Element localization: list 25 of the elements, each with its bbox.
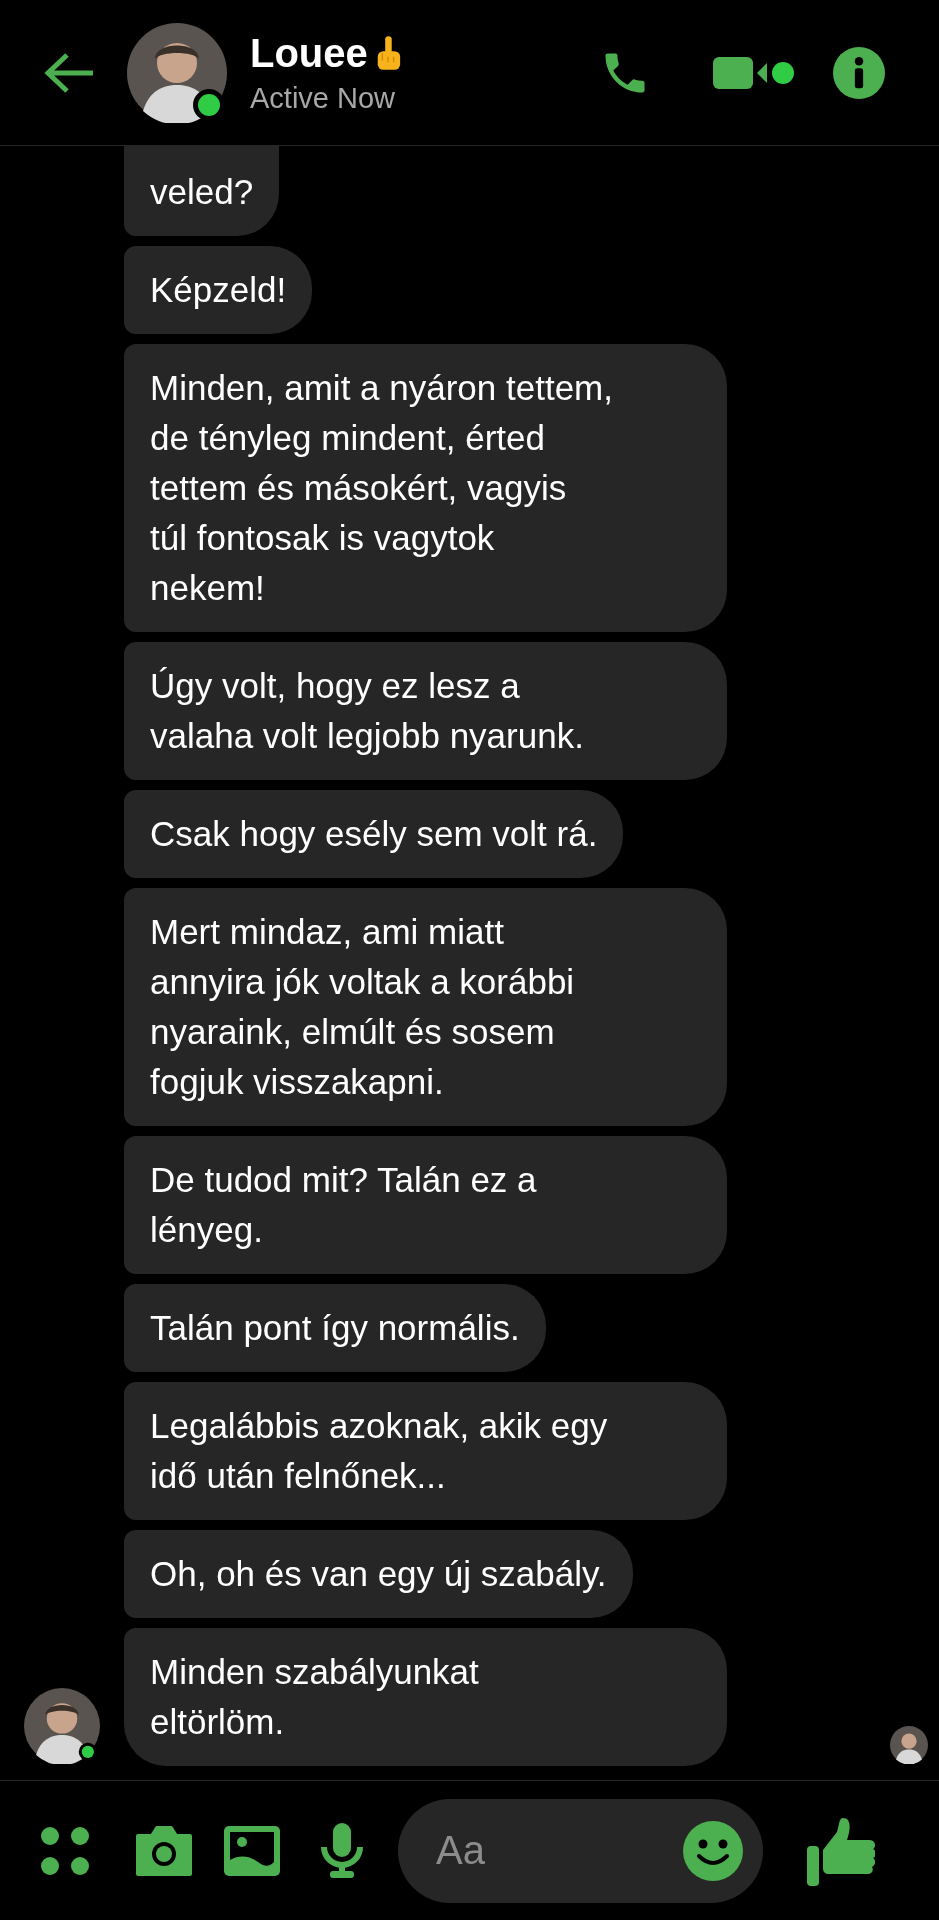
- contact-name: Louee: [250, 30, 368, 76]
- active-status: Active Now: [250, 81, 397, 115]
- avatar-icon: [24, 1688, 100, 1764]
- message-bubble: Oh, oh és van egy új szabály.: [124, 1530, 633, 1618]
- message-bubble: Úgy volt, hogy ez lesz a valaha volt legjobb nyarunk.: [124, 642, 727, 780]
- message-bubble: Minden, amit a nyáron tettem, de tényleg mindent, érted tettem és másokért, vagyis túl fontosak is vagytok nekem!: [124, 344, 727, 632]
- thumbs-up-icon[interactable]: [807, 1815, 875, 1886]
- message-bubble: De tudod mit? Talán ez a lényeg.: [124, 1136, 727, 1274]
- emoji-icon[interactable]: [683, 1820, 743, 1881]
- back-arrow-icon[interactable]: [43, 50, 95, 95]
- avatar-icon: [127, 22, 227, 123]
- apps-icon[interactable]: [40, 1825, 90, 1876]
- read-receipt-avatar-icon: [890, 1726, 928, 1764]
- message-bubble: Képzeld!: [124, 246, 313, 334]
- message-bubble: veled?: [124, 146, 280, 236]
- image-icon[interactable]: [224, 1825, 280, 1876]
- message-bubble: Mert mindaz, ami miatt annyira jók voltak a korábbi nyaraink, elmúlt és sosem fogjuk visszakapni.: [124, 888, 727, 1126]
- info-icon[interactable]: [833, 46, 885, 99]
- message-input[interactable]: Aa: [398, 1798, 763, 1903]
- message-bubble: Legalábbis azoknak, akik egy idő után felnőnek...: [124, 1382, 727, 1520]
- message-bubble: Talán pont így normális.: [124, 1284, 546, 1372]
- microphone-icon[interactable]: [320, 1822, 364, 1879]
- message-bubble: Csak hogy esély sem volt rá.: [124, 790, 624, 878]
- camera-icon[interactable]: [134, 1825, 194, 1876]
- message-bubble: Minden szabályunkat eltörlöm.: [124, 1628, 727, 1766]
